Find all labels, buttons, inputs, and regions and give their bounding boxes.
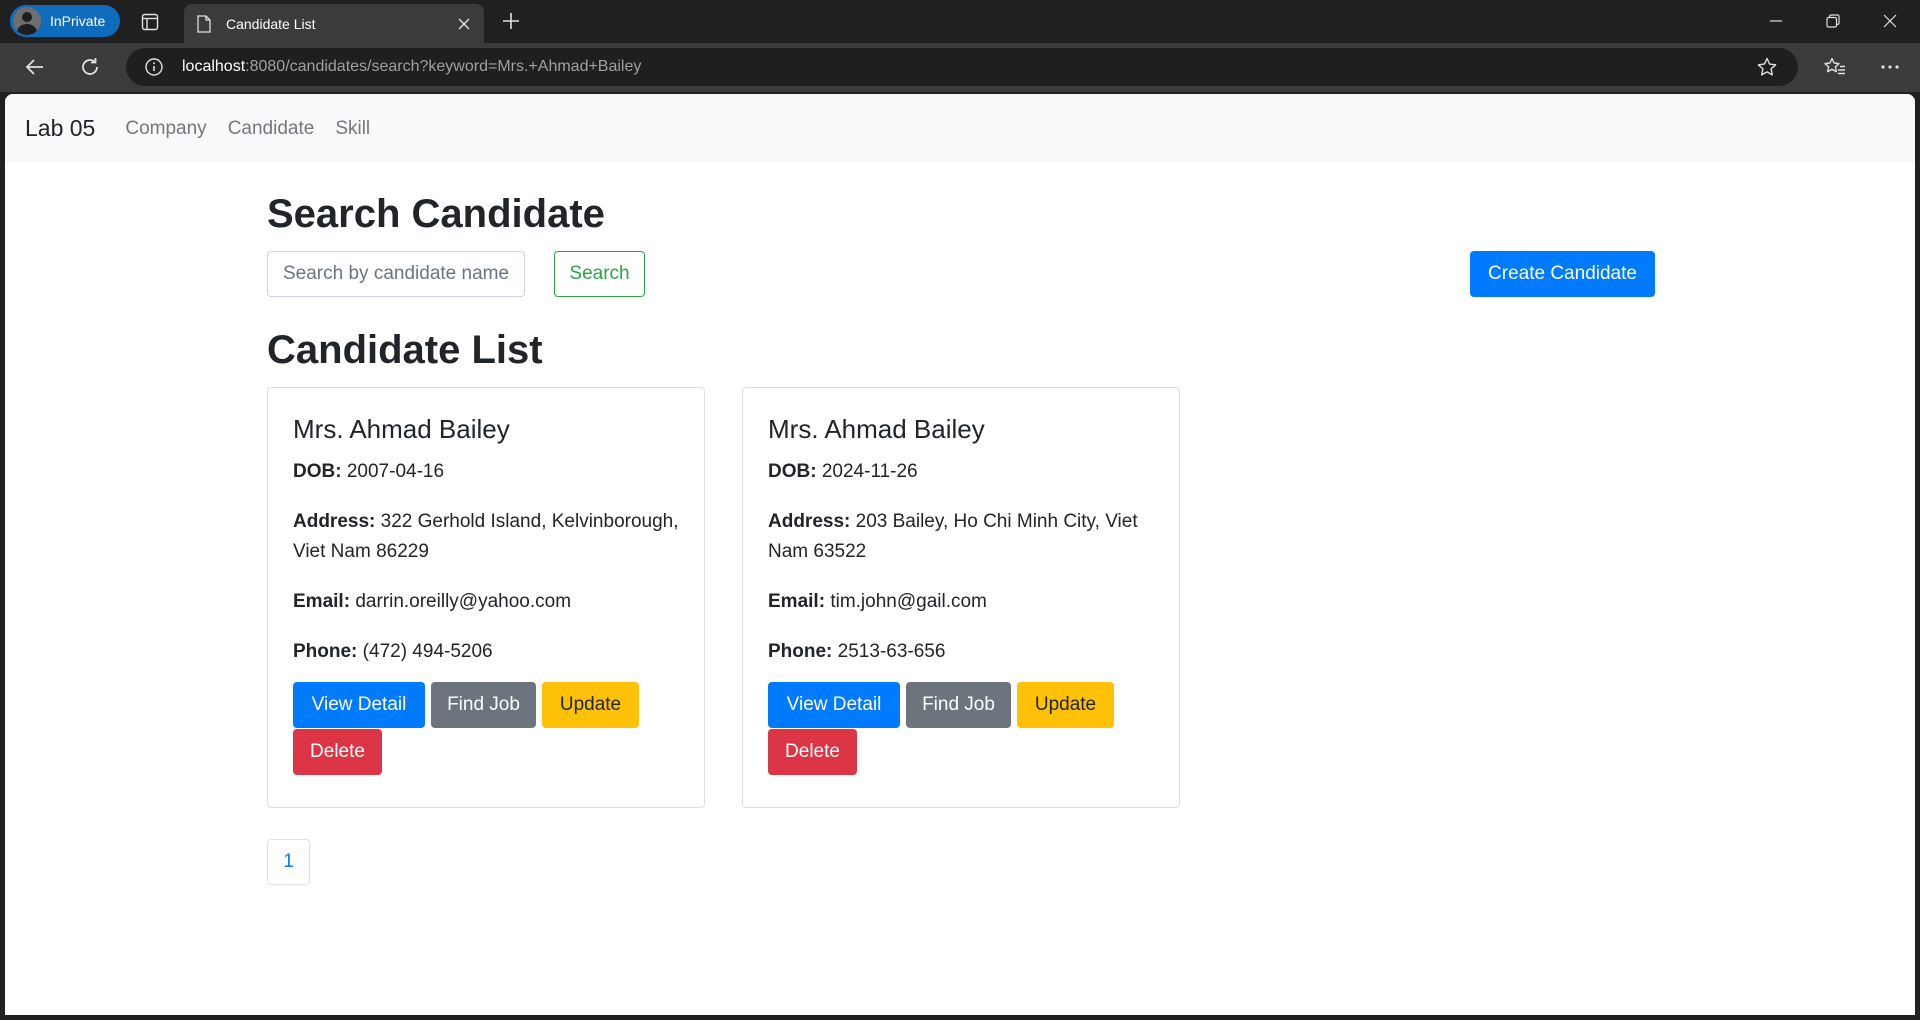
- phone-value: (472) 494-5206: [362, 641, 493, 662]
- browser-tab-bar: InPrivate Candidate List: [0, 0, 1920, 43]
- find-job-button[interactable]: Find Job: [431, 682, 536, 728]
- candidate-card: Mrs. Ahmad Bailey DOB: 2024-11-26 Addres…: [742, 387, 1180, 808]
- dob-value: 2007-04-16: [346, 461, 445, 482]
- tab-actions-icon[interactable]: [136, 10, 164, 34]
- delete-button[interactable]: Delete: [768, 729, 857, 775]
- candidate-name: Mrs. Ahmad Bailey: [293, 414, 510, 444]
- view-detail-button[interactable]: View Detail: [293, 682, 425, 728]
- email-value: tim.john@gail.com: [830, 591, 987, 612]
- dob-value: 2024-11-26: [821, 461, 918, 482]
- active-tab[interactable]: Candidate List: [184, 4, 484, 43]
- close-tab-icon[interactable]: [456, 16, 472, 32]
- profile-avatar-icon: [13, 7, 41, 35]
- candidate-dob: DOB: 2007-04-16: [293, 457, 685, 487]
- profile-label: InPrivate: [50, 13, 106, 29]
- view-detail-button[interactable]: View Detail: [768, 682, 900, 728]
- candidate-email: Email: darrin.oreilly@yahoo.com: [293, 587, 685, 617]
- candidate-dob: DOB: 2024-11-26: [768, 457, 1160, 487]
- delete-button[interactable]: Delete: [293, 729, 382, 775]
- update-button[interactable]: Update: [1017, 682, 1114, 728]
- favorite-star-icon[interactable]: [1756, 56, 1778, 78]
- profile-button[interactable]: InPrivate: [10, 5, 120, 37]
- pagination-page-1[interactable]: 1: [267, 839, 310, 885]
- nav-link-skill[interactable]: Skill: [335, 118, 370, 140]
- address-label: Address:: [768, 511, 851, 532]
- url-host: localhost: [182, 58, 246, 75]
- create-candidate-button[interactable]: Create Candidate: [1470, 251, 1655, 297]
- restore-icon[interactable]: [1823, 11, 1843, 31]
- candidate-card: Mrs. Ahmad Bailey DOB: 2007-04-16 Addres…: [267, 387, 705, 808]
- more-options-icon[interactable]: [1876, 53, 1904, 81]
- email-value: darrin.oreilly@yahoo.com: [355, 591, 572, 612]
- search-button[interactable]: Search: [554, 251, 645, 297]
- site-navbar: Lab 05 Company Candidate Skill: [5, 94, 1915, 163]
- dob-label: DOB:: [293, 461, 342, 482]
- page-document-icon: [196, 14, 212, 33]
- address-bar[interactable]: localhost:8080/candidates/search?keyword…: [126, 48, 1798, 86]
- site-info-icon[interactable]: [144, 57, 164, 77]
- address-label: Address:: [293, 511, 376, 532]
- nav-link-candidate[interactable]: Candidate: [228, 118, 315, 140]
- candidate-list-heading: Candidate List: [267, 328, 543, 372]
- candidate-phone: Phone: (472) 494-5206: [293, 637, 685, 667]
- close-window-icon[interactable]: [1880, 11, 1900, 31]
- candidate-email: Email: tim.john@gail.com: [768, 587, 1160, 617]
- favorites-icon[interactable]: [1821, 53, 1849, 81]
- phone-label: Phone:: [768, 641, 833, 662]
- find-job-button[interactable]: Find Job: [906, 682, 1011, 728]
- candidate-address: Address: 322 Gerhold Island, Kelvinborou…: [293, 507, 685, 567]
- update-button[interactable]: Update: [542, 682, 639, 728]
- candidate-address: Address: 203 Bailey, Ho Chi Minh City, V…: [768, 507, 1160, 567]
- phone-label: Phone:: [293, 641, 358, 662]
- browser-toolbar: localhost:8080/candidates/search?keyword…: [0, 43, 1920, 92]
- back-arrow-icon[interactable]: [21, 53, 49, 81]
- email-label: Email:: [293, 591, 351, 612]
- email-label: Email:: [768, 591, 826, 612]
- page-viewport: Lab 05 Company Candidate Skill Search Ca…: [5, 94, 1915, 1015]
- search-input[interactable]: [267, 251, 525, 297]
- search-heading: Search Candidate: [267, 192, 605, 236]
- phone-value: 2513-63-656: [837, 641, 946, 662]
- candidate-phone: Phone: 2513-63-656: [768, 637, 1160, 667]
- new-tab-icon[interactable]: [500, 10, 522, 32]
- candidate-name: Mrs. Ahmad Bailey: [768, 414, 985, 444]
- navbar-brand[interactable]: Lab 05: [25, 115, 95, 142]
- dob-label: DOB:: [768, 461, 817, 482]
- nav-link-company[interactable]: Company: [125, 118, 206, 140]
- refresh-icon[interactable]: [76, 53, 104, 81]
- url-text[interactable]: localhost:8080/candidates/search?keyword…: [182, 58, 1756, 76]
- minimize-icon[interactable]: [1766, 11, 1786, 31]
- tab-title: Candidate List: [226, 15, 316, 32]
- url-path: :8080/candidates/search?keyword=Mrs.+Ahm…: [245, 58, 642, 75]
